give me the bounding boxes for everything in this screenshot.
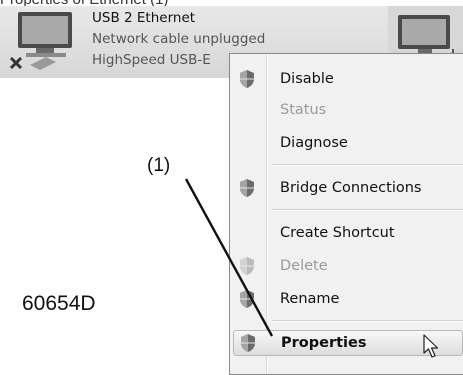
figure-code: 60654D xyxy=(22,292,96,315)
mouse-pointer-icon xyxy=(423,334,439,358)
